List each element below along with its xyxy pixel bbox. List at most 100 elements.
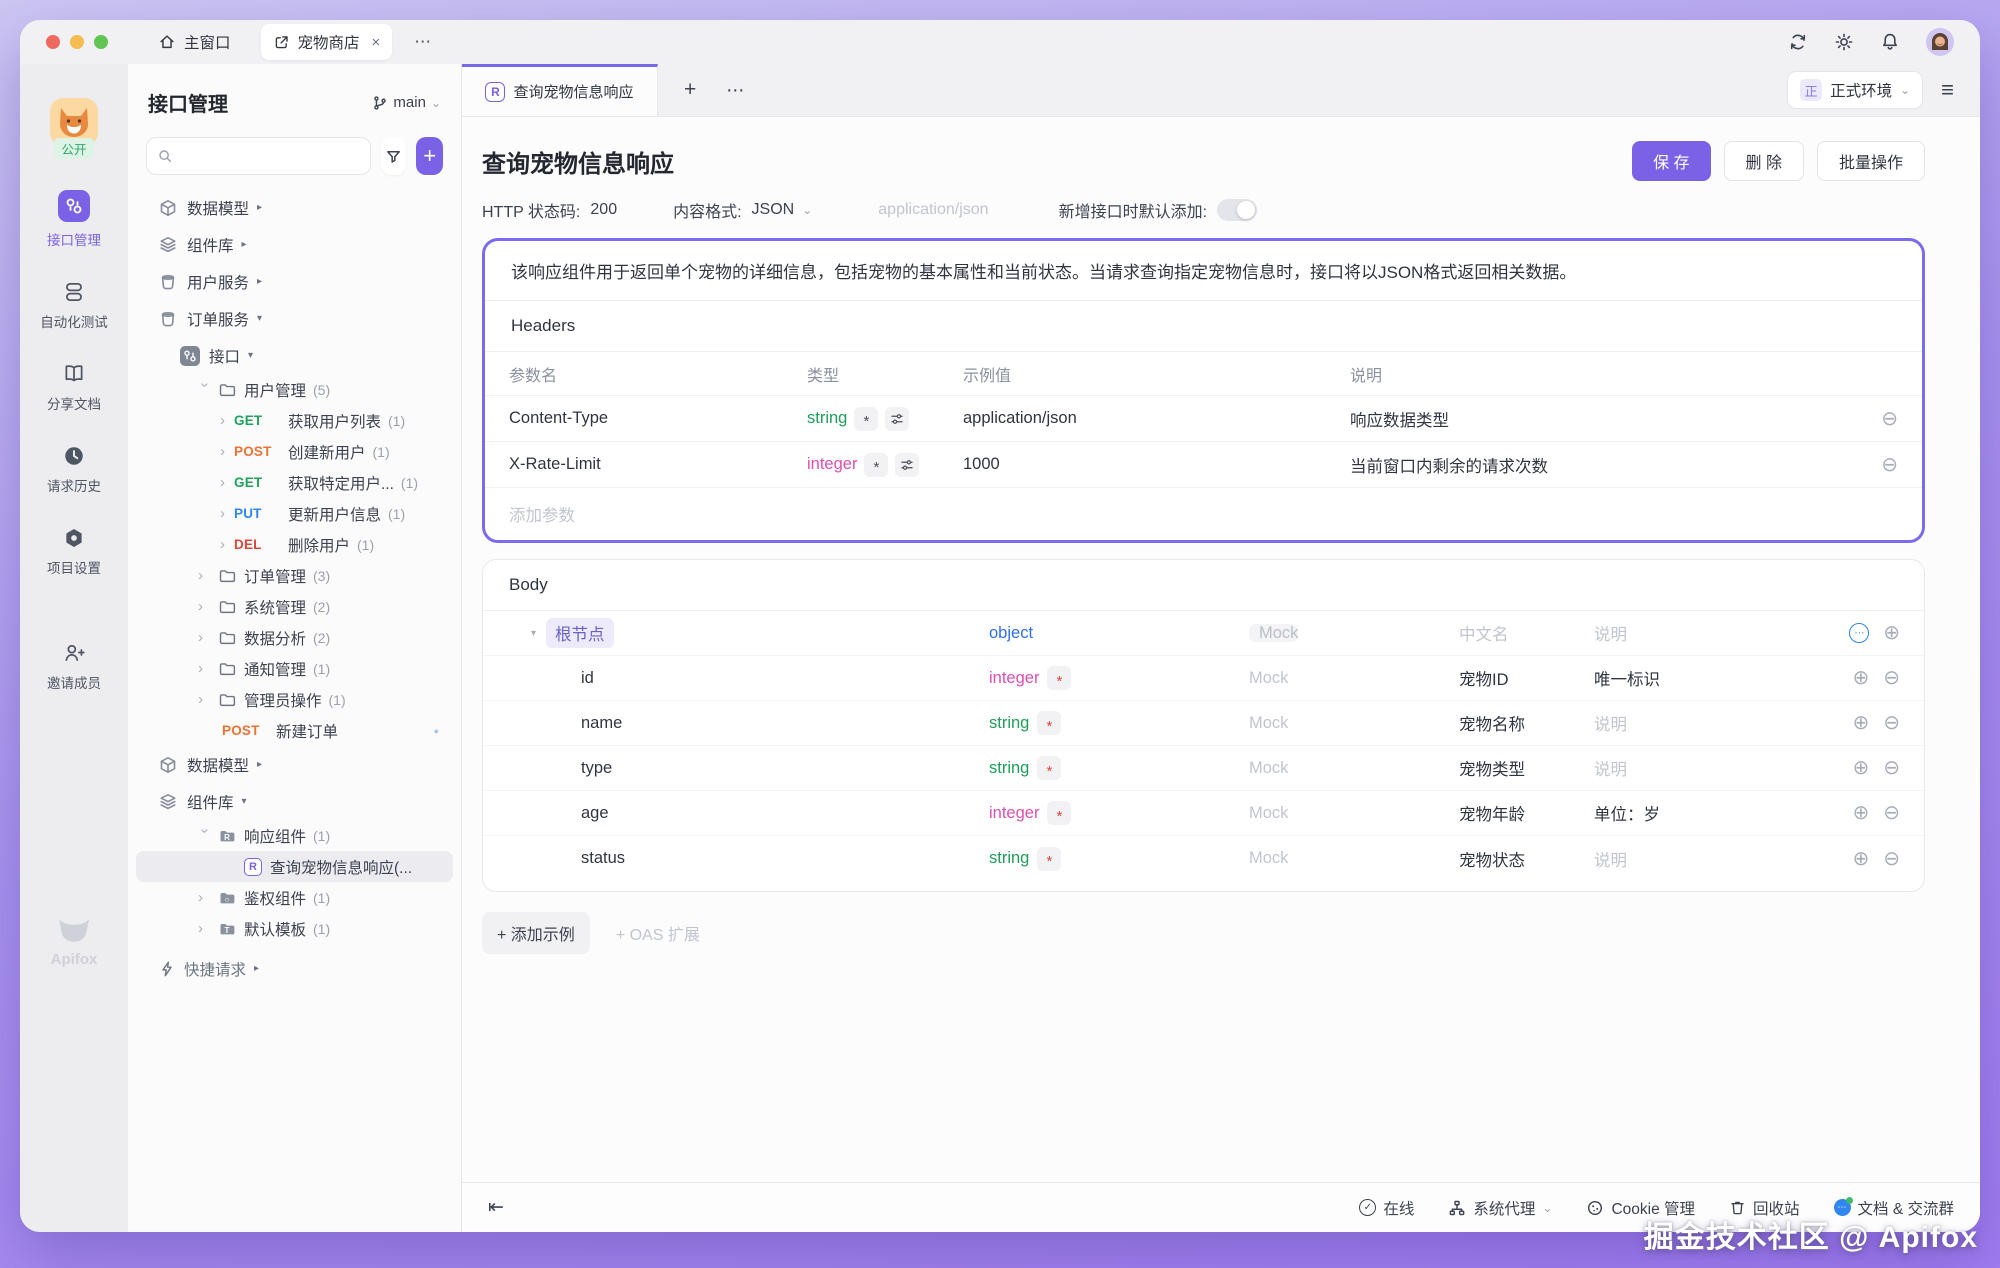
tree-group-components-2[interactable]: 组件库▾ (136, 783, 453, 820)
mock-placeholder[interactable]: Mock (1249, 714, 1459, 733)
param-type[interactable]: string (807, 409, 847, 428)
save-button[interactable]: 保 存 (1632, 141, 1710, 181)
remove-field-icon[interactable]: ⊖ (1883, 758, 1900, 778)
root-node-chip[interactable]: 根节点 (546, 618, 614, 648)
environment-selector[interactable]: 正 正式环境 ⌄ (1787, 71, 1923, 109)
system-proxy[interactable]: 系统代理⌄ (1448, 1197, 1552, 1219)
schema-row-type[interactable]: type string* Mock 宠物类型 说明 ⊕⊖ (483, 746, 1924, 791)
bell-icon[interactable] (1880, 32, 1900, 52)
rail-item-project-settings[interactable]: 项目设置 (47, 526, 101, 577)
online-status[interactable]: ✓在线 (1359, 1197, 1414, 1219)
cn-name[interactable]: 宠物状态 (1459, 847, 1594, 871)
schema-row-name[interactable]: name string* Mock 宠物名称 说明 ⊕⊖ (483, 701, 1924, 746)
collapse-sidebar-icon[interactable]: ⇤ (488, 1196, 504, 1219)
tree-endpoint[interactable]: › PUT 更新用户信息(1) (136, 498, 453, 529)
schema-row-status[interactable]: status string* Mock 宠物状态 说明 ⊕⊖ (483, 836, 1924, 881)
zoom-window-button[interactable] (94, 35, 108, 49)
tree-folder-response-components[interactable]: › R 响应组件(1) (136, 820, 453, 851)
sync-icon[interactable] (1788, 32, 1808, 52)
tree-folder-system-management[interactable]: › 系统管理(2) (136, 591, 453, 622)
format-value[interactable]: JSON (752, 201, 795, 219)
tree-group-components[interactable]: 组件库▸ (136, 226, 453, 263)
field-type[interactable]: string (989, 759, 1029, 778)
tree-folder-default-templates[interactable]: › T 默认模板(1) (136, 913, 453, 944)
param-desc[interactable]: 响应数据类型 (1350, 407, 1872, 431)
more-tabs-icon[interactable]: ⋯ (414, 32, 432, 52)
mock-input[interactable]: Mock (1249, 624, 1298, 642)
param-example[interactable]: 1000 (963, 455, 1350, 474)
mock-placeholder[interactable]: Mock (1249, 849, 1459, 868)
field-type[interactable]: integer (989, 669, 1039, 688)
cn-name-placeholder[interactable]: 中文名 (1459, 621, 1594, 645)
component-description[interactable]: 该响应组件用于返回单个宠物的详细信息，包括宠物的基本属性和当前状态。当请求查询指… (485, 241, 1922, 301)
mock-placeholder[interactable]: Mock (1249, 669, 1459, 688)
add-field-icon[interactable]: ⊕ (1852, 713, 1869, 733)
traffic-lights[interactable] (46, 35, 108, 49)
search-input-wrap[interactable] (146, 137, 371, 175)
tri-down-icon[interactable]: ▾ (531, 628, 536, 639)
delete-button[interactable]: 删 除 (1724, 141, 1804, 181)
tree-endpoint[interactable]: › POST 创建新用户(1) (136, 436, 453, 467)
tree-folder-data-analysis[interactable]: › 数据分析(2) (136, 622, 453, 653)
field-desc-placeholder[interactable]: 说明 (1594, 847, 1820, 871)
tree-endpoint[interactable]: › GET 获取用户列表(1) (136, 405, 453, 436)
remove-row-icon[interactable]: ⊖ (1872, 455, 1898, 475)
field-type[interactable]: integer (989, 804, 1039, 823)
tree-folder-notification[interactable]: › 通知管理(1) (136, 653, 453, 684)
close-tab-icon[interactable]: × (372, 34, 381, 51)
add-field-icon[interactable]: ⊕ (1852, 758, 1869, 778)
param-desc[interactable]: 当前窗口内剩余的请求次数 (1350, 453, 1872, 477)
settings-chip[interactable] (895, 453, 919, 477)
new-tab-button[interactable]: + (684, 78, 696, 102)
field-type[interactable]: object (989, 624, 1033, 643)
user-avatar[interactable] (1926, 28, 1954, 56)
settings-chip[interactable] (885, 407, 909, 431)
cn-name[interactable]: 宠物类型 (1459, 756, 1594, 780)
minimize-window-button[interactable] (70, 35, 84, 49)
cn-name[interactable]: 宠物年龄 (1459, 801, 1594, 825)
cn-name[interactable]: 宠物名称 (1459, 711, 1594, 735)
close-window-button[interactable] (46, 35, 60, 49)
tree-quick-request[interactable]: 快捷请求▸ (136, 950, 453, 987)
field-type[interactable]: string (989, 849, 1029, 868)
tree-endpoint-new-order[interactable]: POST 新建订单 ● (136, 715, 453, 746)
schema-root-row[interactable]: ▾ 根节点 object Mock 中文名 说明 ⋯ ⊕ (483, 611, 1924, 656)
required-chip[interactable]: * (1037, 847, 1061, 871)
field-desc[interactable]: 唯一标识 (1594, 666, 1820, 690)
required-chip[interactable]: * (1037, 711, 1061, 735)
tree-item-selected-response[interactable]: R 查询宠物信息响应(... (136, 851, 453, 882)
tree-group-user-service[interactable]: 用户服务▸ (136, 263, 453, 300)
remove-field-icon[interactable]: ⊖ (1883, 668, 1900, 688)
header-row-x-rate-limit[interactable]: X-Rate-Limit integer * 1000 当前窗口内剩余的请求次数… (485, 442, 1922, 488)
tree-group-data-models[interactable]: 数据模型▸ (136, 189, 453, 226)
doc-tab-active[interactable]: R 查询宠物信息响应 (462, 64, 658, 116)
field-desc-placeholder[interactable]: 说明 (1594, 756, 1820, 780)
tab-main-window[interactable]: 主窗口 (146, 24, 243, 60)
tree-folder-admin-ops[interactable]: › 管理员操作(1) (136, 684, 453, 715)
rail-item-auto-test[interactable]: 自动化测试 (40, 280, 108, 331)
header-row-content-type[interactable]: Content-Type string * application/json 响… (485, 396, 1922, 442)
desc-placeholder[interactable]: 说明 (1594, 621, 1820, 645)
rail-item-request-history[interactable]: 请求历史 (47, 444, 101, 495)
param-name[interactable]: X-Rate-Limit (509, 455, 807, 474)
tree-folder-order-management[interactable]: › 订单管理(3) (136, 560, 453, 591)
tree-endpoint[interactable]: › GET 获取特定用户...(1) (136, 467, 453, 498)
param-example[interactable]: application/json (963, 409, 1350, 428)
required-chip[interactable]: * (1037, 756, 1061, 780)
add-param-row[interactable]: 添加参数 (485, 488, 1922, 540)
field-type[interactable]: string (989, 714, 1029, 733)
required-chip[interactable]: * (864, 453, 888, 477)
remove-field-icon[interactable]: ⊖ (1883, 803, 1900, 823)
filter-button[interactable] (381, 137, 406, 175)
rail-item-share-docs[interactable]: 分享文档 (47, 362, 101, 413)
tree-endpoint[interactable]: › DEL 删除用户(1) (136, 529, 453, 560)
cn-name[interactable]: 宠物ID (1459, 666, 1594, 690)
add-field-icon[interactable]: ⊕ (1852, 668, 1869, 688)
tree-group-order-service[interactable]: 订单服务▾ (136, 300, 453, 337)
schema-row-age[interactable]: age integer* Mock 宠物年龄 单位：岁 ⊕⊖ (483, 791, 1924, 836)
required-chip[interactable]: * (1047, 801, 1071, 825)
field-name[interactable]: status (507, 849, 989, 868)
field-name[interactable]: id (507, 669, 989, 688)
schema-row-id[interactable]: id integer* Mock 宠物ID 唯一标识 ⊕⊖ (483, 656, 1924, 701)
batch-button[interactable]: 批量操作 (1817, 141, 1925, 181)
